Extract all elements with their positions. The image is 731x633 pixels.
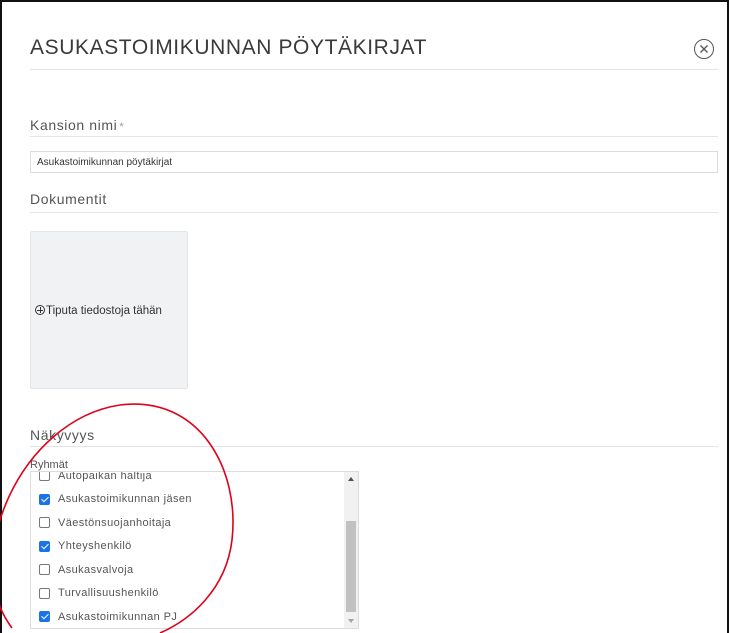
group-item[interactable]: Turvallisuushenkilö: [31, 582, 345, 606]
group-checkbox[interactable]: [39, 517, 50, 529]
folder-name-input[interactable]: [30, 151, 718, 173]
group-label: Asukastoimikunnan PJ: [58, 610, 178, 623]
scroll-down-arrow-icon[interactable]: [344, 614, 358, 628]
folder-name-label-text: Kansion nimi: [30, 117, 118, 133]
groups-list: Autopaikan haltija Asukastoimikunnan jäse…: [31, 471, 345, 628]
group-item[interactable]: Autopaikan haltija: [31, 471, 345, 488]
group-item[interactable]: Yhteyshenkilö: [31, 535, 345, 559]
folder-name-divider: [30, 136, 718, 137]
dialog: ASUKASTOIMIKUNNAN PÖYTÄKIRJAT Kansion ni…: [0, 0, 729, 633]
listbox-scrollbar[interactable]: [344, 472, 358, 628]
dialog-title: ASUKASTOIMIKUNNAN PÖYTÄKIRJAT: [30, 36, 428, 59]
visibility-label: Näkyvyys: [30, 427, 95, 443]
group-label: Autopaikan haltija: [58, 471, 153, 482]
close-button[interactable]: [694, 39, 714, 59]
folder-name-label: Kansion nimi *: [30, 117, 124, 133]
group-label: Turvallisuushenkilö: [58, 587, 159, 600]
group-item[interactable]: Asukastoimikunnan PJ: [31, 605, 345, 628]
group-checkbox[interactable]: [39, 564, 50, 576]
group-label: Väestönsuojanhoitaja: [58, 516, 172, 529]
scroll-up-arrow-icon[interactable]: [344, 472, 358, 486]
group-item[interactable]: Asukasvalvoja: [31, 558, 345, 582]
file-dropzone[interactable]: Tiputa tiedostoja tähän: [30, 231, 188, 389]
documents-label: Dokumentit: [30, 191, 107, 207]
groups-label: Ryhmät: [30, 459, 68, 471]
scrollbar-thumb[interactable]: [346, 521, 356, 612]
group-checkbox[interactable]: [39, 493, 50, 505]
title-divider: [30, 69, 718, 70]
visibility-divider: [30, 446, 718, 447]
groups-listbox[interactable]: Autopaikan haltija Asukastoimikunnan jäse…: [30, 471, 359, 629]
group-checkbox[interactable]: [39, 540, 50, 552]
close-circle-icon: [700, 45, 708, 53]
dropzone-content: Tiputa tiedostoja tähän: [35, 305, 162, 317]
group-checkbox[interactable]: [39, 587, 50, 599]
group-label: Asukasvalvoja: [58, 563, 134, 576]
group-checkbox[interactable]: [39, 611, 50, 623]
group-label: Asukastoimikunnan jäsen: [58, 493, 192, 506]
required-marker: *: [119, 121, 125, 133]
group-item[interactable]: Väestönsuojanhoitaja: [31, 511, 345, 535]
documents-divider: [30, 212, 718, 213]
group-label: Yhteyshenkilö: [58, 540, 132, 553]
group-item[interactable]: Asukastoimikunnan jäsen: [31, 488, 345, 512]
dropzone-text: Tiputa tiedostoja tähän: [46, 305, 162, 317]
group-checkbox[interactable]: [39, 472, 50, 482]
plus-circle-icon: [35, 305, 45, 315]
